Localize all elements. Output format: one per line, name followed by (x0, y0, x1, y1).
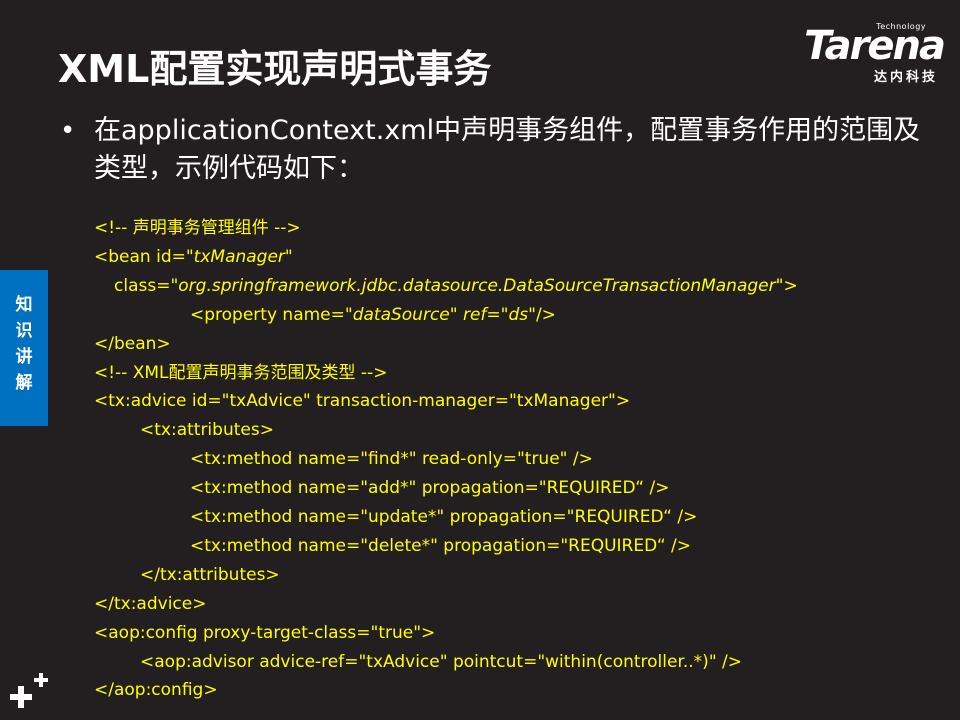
side-tab-char: 讲 (15, 347, 33, 367)
code-token: class=" (114, 275, 179, 296)
code-token: <tx:method name="delete*" propagation="R… (190, 535, 692, 556)
side-tab-knowledge: 知 识 讲 解 (0, 270, 48, 426)
side-tab-char: 识 (15, 321, 33, 341)
code-token: <property name=" (190, 304, 353, 325)
code-line: </tx:attributes> (140, 561, 280, 589)
side-tab-label: 知 识 讲 解 (0, 292, 48, 396)
slide-title: XML配置实现声明式事务 (58, 47, 492, 91)
code-line: </tx:advice> (94, 590, 206, 618)
code-line: <bean id="txManager" (94, 243, 293, 271)
code-token: <tx:method name="update*" propagation="R… (190, 507, 698, 527)
code-line: <!-- 声明事务管理组件 --> (94, 214, 301, 242)
side-tab-char: 知 (15, 295, 33, 315)
code-token: <aop:advisor advice-ref="txAdvice" point… (140, 651, 743, 672)
code-token: </tx:advice> (94, 593, 207, 614)
code-line: </bean> (94, 330, 171, 358)
code-token: <tx:method name="add*" propagation="REQU… (190, 478, 670, 499)
code-token: dataSource" ref="ds" (352, 304, 536, 325)
code-line: <aop:advisor advice-ref="txAdvice" point… (140, 648, 742, 676)
code-line: <tx:advice id="txAdvice" transaction-man… (94, 387, 630, 415)
code-line: <!-- XML配置声明事务范围及类型 --> (94, 359, 387, 387)
plus-logo-icon (10, 673, 48, 708)
code-token: </aop:config> (94, 680, 218, 701)
code-token: <aop:config proxy-target-class="true"> (94, 622, 436, 643)
tarena-logo: Technology Tarena 达内科技 (774, 20, 946, 85)
code-token: org.springframework.jdbc.datasource.Data… (178, 275, 784, 296)
code-line: <tx:method name="find*" read-only="true"… (190, 445, 593, 473)
code-token: > (783, 275, 798, 296)
code-line: class="org.springframework.jdbc.datasour… (114, 272, 798, 300)
code-line: <tx:method name="add*" propagation="REQU… (190, 474, 669, 502)
logo-chinese-text: 达内科技 (873, 70, 938, 85)
code-line: <tx:method name="delete*" propagation="R… (190, 532, 691, 560)
code-token: <bean id=" (94, 246, 194, 267)
code-token: <tx:advice id="txAdvice" transaction-man… (94, 391, 631, 412)
bullet-text: 在applicationContext.xml中声明事务组件，配置事务作用的范围… (94, 115, 921, 184)
code-token: /> (535, 304, 556, 325)
code-token: <tx:method name="find*" read-only="true"… (190, 449, 593, 470)
code-line: <aop:config proxy-target-class="true"> (94, 619, 435, 647)
bullet-dot-icon: • (60, 116, 76, 146)
code-token: <!-- 声明事务管理组件 --> (94, 218, 301, 238)
side-tab-char: 解 (15, 373, 33, 393)
code-line: <property name="dataSource" ref="ds"/> (190, 301, 556, 329)
code-line: <tx:method name="update*" propagation="R… (190, 503, 697, 531)
code-token: </bean> (94, 333, 171, 354)
code-token: <!-- XML配置声明事务范围及类型 --> (94, 362, 388, 383)
code-token: </tx:attributes> (140, 564, 280, 585)
code-line: </aop:config> (94, 676, 218, 704)
code-line: <tx:attributes> (140, 416, 274, 444)
logo-wordmark: Tarena (804, 23, 946, 69)
slide: XML配置实现声明式事务 Technology Tarena 达内科技 • 在a… (0, 0, 960, 720)
code-token: <tx:attributes> (140, 420, 274, 441)
code-token: txManager" (193, 246, 293, 267)
